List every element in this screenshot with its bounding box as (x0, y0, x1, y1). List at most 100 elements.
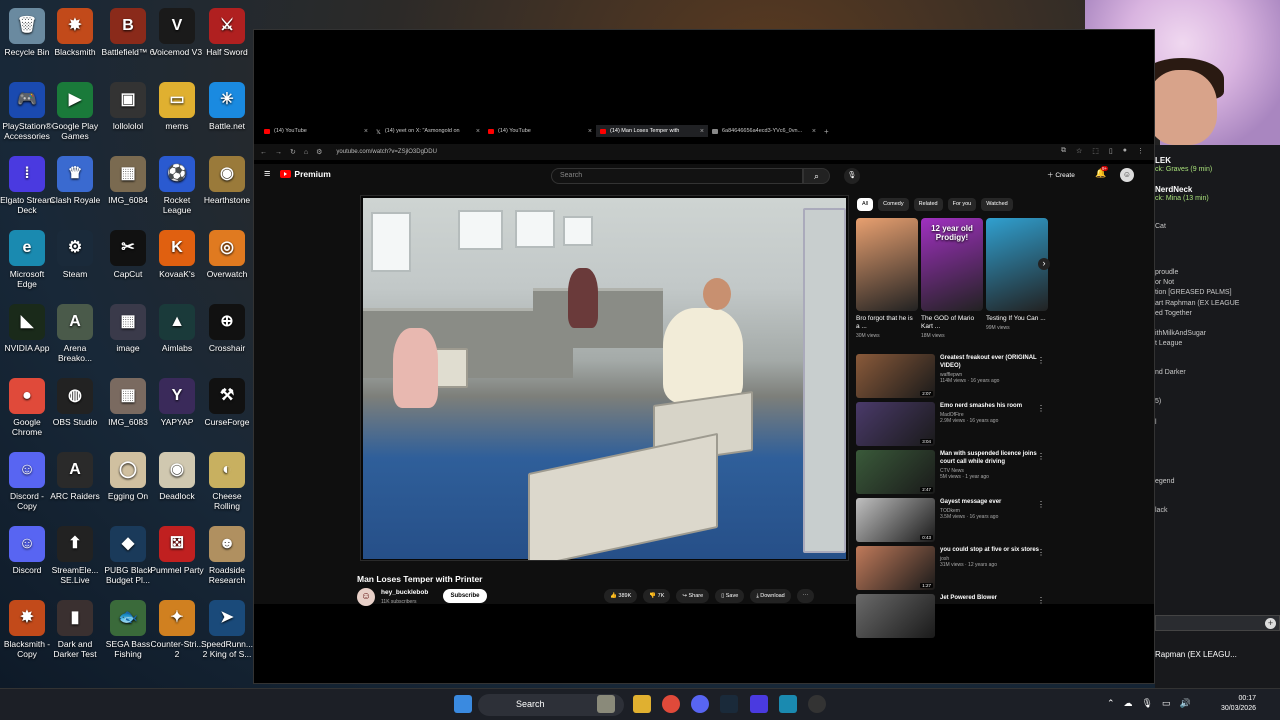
share-button[interactable]: ↪ Share (676, 589, 710, 603)
related-video[interactable]: 0:43 Gayest message ever TODkem 3.5M views … (856, 498, 1051, 546)
dislike-button[interactable]: 👎 7K (643, 589, 671, 603)
download-button[interactable]: ⤓ Download (750, 589, 791, 603)
steam-taskbar-icon[interactable] (720, 695, 738, 713)
desktop-icon[interactable]: ◆ PUBG Black Budget Pl... (101, 526, 155, 585)
desktop-icon[interactable]: ◉ Hearthstone (200, 156, 254, 205)
desktop-icon[interactable]: Y YAPYAP (150, 378, 204, 427)
site-info-icon[interactable]: ⚙ (316, 148, 322, 156)
more-options-icon[interactable]: ⋮ (1037, 452, 1045, 461)
save-button[interactable]: ▯ Save (715, 589, 745, 603)
desktop-icon[interactable]: ⊕ Crosshair (200, 304, 254, 353)
related-video[interactable]: Jet Powered Blower ⋮ (856, 594, 1051, 642)
file-explorer-icon[interactable] (633, 695, 651, 713)
related-video[interactable]: 1:27 you could stop at five or six stores… (856, 546, 1051, 594)
desktop-icon[interactable]: ▦ IMG_6083 (101, 378, 155, 427)
short-item[interactable]: 12 year old Prodigy! The GOD of Mario Kar… (921, 218, 983, 339)
desktop-icon[interactable]: ⚒ CurseForge (200, 378, 254, 427)
desktop-icon[interactable]: ◐ Cheese Rolling (200, 452, 254, 511)
desktop-icon[interactable]: ⁞ Elgato Stream Deck (0, 156, 54, 215)
bookmark-star-icon[interactable]: ☆ (1076, 147, 1082, 155)
desktop-icon[interactable]: ◎ Overwatch (200, 230, 254, 279)
desktop-icon[interactable]: ◉ Deadlock (150, 452, 204, 501)
close-icon[interactable]: × (700, 128, 704, 135)
desktop-icon[interactable]: ⚄ Pummel Party (150, 526, 204, 575)
video-title[interactable]: Jet Powered Blower (940, 594, 1040, 602)
create-button[interactable]: ＋ Create (1047, 169, 1075, 179)
desktop-icon[interactable]: 🐟 SEGA Bass Fishing (101, 600, 155, 659)
filter-chip[interactable]: Comedy (878, 198, 909, 211)
desktop-icon[interactable]: ✂ CapCut (101, 230, 155, 279)
more-actions-button[interactable]: ⋯ (796, 589, 815, 603)
filter-chip[interactable]: Related (913, 198, 943, 211)
desktop-icon[interactable]: ✦ Counter-Stri... 2 (150, 600, 204, 659)
windows-start-icon[interactable] (454, 695, 472, 713)
short-thumbnail[interactable]: 12 year old Prodigy! (921, 218, 983, 311)
desktop-icon[interactable]: e Microsoft Edge (0, 230, 54, 289)
desktop-icon[interactable]: 🎮 PlayStation® Accessories (0, 82, 54, 141)
video-player[interactable] (360, 195, 849, 561)
browser-tab[interactable]: 6a84646656a4ecd3-YVc6_0vn... × (708, 125, 820, 137)
account-avatar[interactable]: ☺ (1120, 168, 1134, 182)
browser-tab[interactable]: (14) YouTube × (260, 125, 372, 137)
search-button[interactable]: ⌕ (803, 168, 830, 184)
stream-deck-taskbar-icon[interactable] (750, 695, 768, 713)
extensions-icon[interactable]: ⬚ (1092, 147, 1099, 155)
short-thumbnail[interactable] (856, 218, 918, 311)
home-icon[interactable]: ⌂ (304, 149, 308, 156)
subscribe-button[interactable]: Subscribe (443, 589, 487, 603)
microphone-icon[interactable]: 🎙 (844, 168, 860, 184)
desktop-icon[interactable]: ◯ Egging On (101, 452, 155, 501)
url-field[interactable]: youtube.com/watch?v=ZSjlO3DgDDU (336, 149, 437, 155)
desktop-icon[interactable]: ⚔ Half Sword (200, 8, 254, 57)
desktop-icon[interactable]: ▦ IMG_6084 (101, 156, 155, 205)
desktop-icon[interactable]: ▶ Google Play Games (48, 82, 102, 141)
desktop-icon[interactable]: ▦ image (101, 304, 155, 353)
channel-name[interactable]: hey_bucklebob (381, 589, 428, 596)
mic-tray-icon[interactable]: 🎙 (1142, 698, 1153, 709)
video-thumbnail[interactable]: 0:43 (856, 498, 935, 542)
search-input[interactable]: Search (551, 168, 803, 184)
desktop-icon[interactable]: ✸ Blacksmith (48, 8, 102, 57)
video-title[interactable]: you could stop at five or six stores (940, 546, 1040, 554)
short-title[interactable]: The GOD of Mario Kart ... (921, 315, 983, 331)
related-video[interactable]: 2:47 Man with suspended licence joins cou… (856, 450, 1051, 498)
desktop-icon[interactable]: A Arena Breako... (48, 304, 102, 363)
new-tab-icon[interactable]: + (824, 127, 829, 136)
browser-tab[interactable]: (14) Man Loses Temper with × (596, 125, 708, 137)
desktop-icon[interactable]: ⚙ Steam (48, 230, 102, 279)
desktop-icon[interactable]: ▲ Aimlabs (150, 304, 204, 353)
browser-tab[interactable]: 𝕏 (14) yeet on X: "Asmongold on × (372, 125, 484, 137)
chevron-up-icon[interactable]: ⌃ (1107, 698, 1115, 709)
clock[interactable]: 00:17 30/03/2026 (1204, 694, 1256, 714)
short-item[interactable]: Testing If You Can ... 99M views (986, 218, 1048, 339)
cloud-icon[interactable]: ☁ (1124, 698, 1133, 709)
chat-input[interactable]: + (1155, 615, 1280, 631)
youtube-logo[interactable]: Premium (280, 169, 331, 179)
desktop-icon[interactable]: ▮ Dark and Darker Test (48, 600, 102, 659)
video-title[interactable]: Man with suspended licence joins court c… (940, 450, 1040, 466)
desktop-icon[interactable]: ☺ Discord - Copy (0, 452, 54, 511)
video-title[interactable]: Emo nerd smashes his room (940, 402, 1040, 410)
desktop-icon[interactable]: ● Google Chrome (0, 378, 54, 437)
close-icon[interactable]: × (364, 128, 368, 135)
more-options-icon[interactable]: ⋮ (1037, 548, 1045, 557)
video-thumbnail[interactable]: 2:47 (856, 450, 935, 494)
close-icon[interactable]: × (588, 128, 592, 135)
filter-chip[interactable]: All (857, 198, 874, 211)
desktop-icon[interactable]: K KovaaK's (150, 230, 204, 279)
video-title[interactable]: Greatest freakout ever (ORIGINAL VIDEO) (940, 354, 1040, 370)
video-thumbnail[interactable] (856, 594, 935, 638)
desktop-icon[interactable]: ✸ Blacksmith - Copy (0, 600, 54, 659)
desktop-icon[interactable]: ⬆ StreamEle... SE.Live (48, 526, 102, 585)
more-options-icon[interactable]: ⋮ (1037, 404, 1045, 413)
hamburger-menu-icon[interactable]: ≡ (264, 168, 270, 180)
related-video[interactable]: 3:04 Emo nerd smashes his room MadOfFire 2.… (856, 402, 1051, 450)
chevron-right-icon[interactable]: › (1038, 258, 1050, 270)
forward-icon[interactable]: → (275, 149, 282, 156)
back-icon[interactable]: ← (260, 149, 267, 156)
desktop-icon[interactable]: ▣ lollololol (101, 82, 155, 131)
filter-chip[interactable]: For you (947, 198, 977, 211)
filter-chip[interactable]: Watched (981, 198, 1013, 211)
more-options-icon[interactable]: ⋮ (1037, 500, 1045, 509)
desktop-icon[interactable]: ♛ Clash Royale (48, 156, 102, 205)
